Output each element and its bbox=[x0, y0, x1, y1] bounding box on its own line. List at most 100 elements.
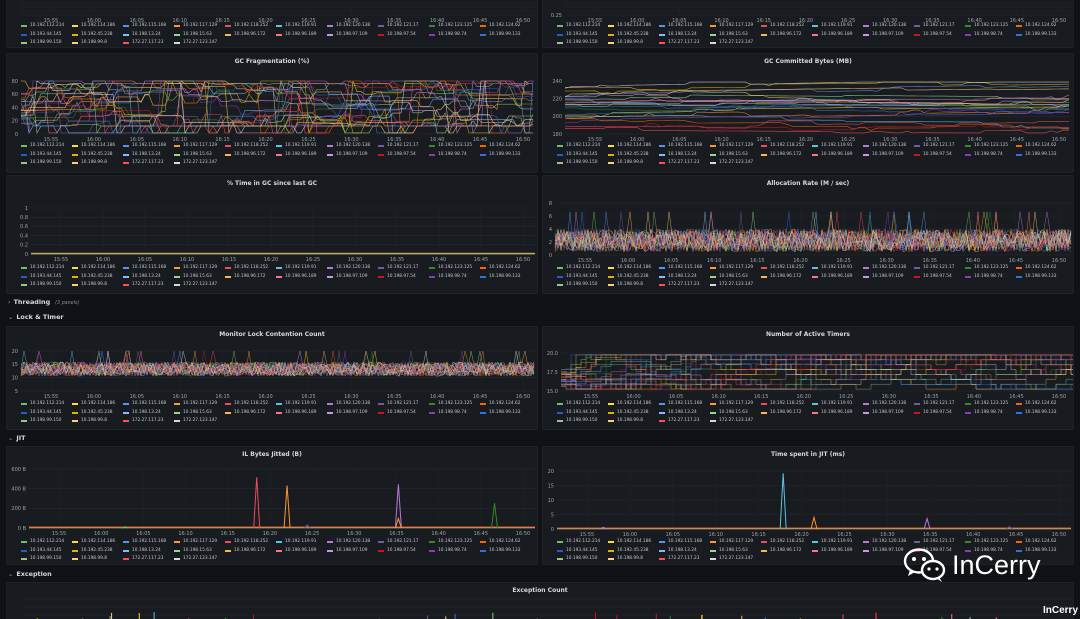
legend-item[interactable]: 10.192.115.168 bbox=[659, 22, 710, 31]
legend-item[interactable]: 10.198.99.133 bbox=[480, 273, 531, 282]
legend-item[interactable]: 10.198.99.150 bbox=[557, 281, 608, 290]
legend-item[interactable]: 10.198.98.74 bbox=[965, 31, 1016, 40]
panel-top-left[interactable]: 15:55 16:00 16:05 16:10 16:15 16:20 16:25 16:30… bbox=[6, 0, 538, 48]
legend-item[interactable]: 10.192.115.168 bbox=[123, 400, 174, 409]
legend-item[interactable]: 10.198.96.189 bbox=[812, 409, 863, 418]
legend-item[interactable]: 10.198.97.54 bbox=[914, 273, 965, 282]
legend-item[interactable]: 10.198.96.189 bbox=[276, 273, 327, 282]
legend-item[interactable]: 10.198.99.133 bbox=[1016, 409, 1067, 418]
legend-item[interactable]: 10.198.99.8 bbox=[608, 281, 659, 290]
legend-item[interactable]: 10.198.99.150 bbox=[21, 417, 72, 426]
legend-item[interactable]: 10.192.123.125 bbox=[965, 400, 1016, 409]
legend-item[interactable]: 10.192.115.168 bbox=[123, 538, 174, 547]
legend-item[interactable]: 10.198.99.8 bbox=[72, 417, 123, 426]
legend-item[interactable]: 10.192.120.138 bbox=[327, 264, 378, 273]
legend-item[interactable]: 10.198.97.54 bbox=[378, 547, 429, 556]
legend-item[interactable]: 172.27.123.147 bbox=[710, 555, 761, 564]
legend-item[interactable]: 172.27.123.147 bbox=[174, 159, 225, 168]
legend-item[interactable]: 10.192.123.125 bbox=[429, 538, 480, 547]
legend-item[interactable]: 10.198.98.74 bbox=[965, 409, 1016, 418]
legend-item[interactable]: 10.192.119.91 bbox=[812, 22, 863, 31]
legend-item[interactable]: 172.27.117.23 bbox=[123, 159, 174, 168]
legend-item[interactable]: 10.198.97.109 bbox=[863, 409, 914, 418]
row-lock-timer[interactable]: ⌄ Lock & Timer bbox=[0, 313, 1080, 321]
legend-item[interactable]: 10.192.117.129 bbox=[710, 400, 761, 409]
panel-il-bytes-jitted[interactable]: IL Bytes Jitted (B) 600 B 400 B 200 B0 B 15… bbox=[6, 446, 538, 565]
legend-item[interactable]: 10.192.45.238 bbox=[608, 273, 659, 282]
legend-item[interactable]: 10.198.99.133 bbox=[480, 547, 531, 556]
legend-item[interactable]: 10.198.96.172 bbox=[761, 31, 812, 40]
legend-item[interactable]: 10.192.124.62 bbox=[480, 400, 531, 409]
legend-item[interactable]: 10.192.112.214 bbox=[21, 538, 72, 547]
legend-item[interactable]: 10.192.117.129 bbox=[710, 264, 761, 273]
legend-item[interactable]: 10.198.99.150 bbox=[21, 555, 72, 564]
legend-item[interactable]: 10.198.99.150 bbox=[557, 555, 608, 564]
panel-gc-fragmentation[interactable]: GC Fragmentation (%) 80 60 40 20 0 15:55 16:00… bbox=[6, 53, 538, 173]
legend-item[interactable]: 10.198.98.74 bbox=[429, 409, 480, 418]
legend-item[interactable]: 10.198.96.189 bbox=[812, 273, 863, 282]
legend-item[interactable]: 10.192.117.129 bbox=[174, 538, 225, 547]
legend-item[interactable]: 10.198.13.24 bbox=[123, 151, 174, 160]
legend-item[interactable]: 172.27.123.147 bbox=[710, 39, 761, 47]
legend-item[interactable]: 172.27.117.23 bbox=[123, 417, 174, 426]
legend-item[interactable]: 10.198.96.172 bbox=[761, 547, 812, 556]
legend-item[interactable]: 10.193.44.145 bbox=[21, 273, 72, 282]
legend-item[interactable]: 172.27.117.23 bbox=[659, 39, 710, 47]
panel-active-timers[interactable]: Number of Active Timers 20.0 17.5 15.0 15:5… bbox=[542, 326, 1074, 430]
legend-item[interactable]: 10.198.97.109 bbox=[863, 151, 914, 160]
legend-item[interactable]: 10.192.115.168 bbox=[123, 264, 174, 273]
legend-item[interactable]: 10.198.96.172 bbox=[225, 151, 276, 160]
legend-item[interactable]: 10.192.120.138 bbox=[863, 22, 914, 31]
legend-item[interactable]: 10.198.99.133 bbox=[480, 31, 531, 40]
legend-item[interactable]: 10.193.44.145 bbox=[557, 409, 608, 418]
legend-item[interactable]: 172.27.123.147 bbox=[174, 281, 225, 290]
legend-item[interactable]: 10.198.96.172 bbox=[761, 409, 812, 418]
legend-item[interactable]: 172.27.123.147 bbox=[710, 417, 761, 426]
legend-item[interactable]: 10.192.123.125 bbox=[965, 142, 1016, 151]
legend-item[interactable]: 10.192.123.125 bbox=[429, 22, 480, 31]
legend-item[interactable]: 10.192.124.62 bbox=[480, 538, 531, 547]
legend-item[interactable]: 172.27.123.147 bbox=[174, 39, 225, 47]
legend-item[interactable]: 10.198.96.189 bbox=[276, 31, 327, 40]
legend-item[interactable]: 10.192.117.129 bbox=[174, 142, 225, 151]
legend-item[interactable]: 10.192.119.91 bbox=[276, 264, 327, 273]
legend-item[interactable]: 10.192.124.62 bbox=[480, 264, 531, 273]
legend-item[interactable]: 10.192.120.138 bbox=[327, 538, 378, 547]
legend-item[interactable]: 10.193.44.145 bbox=[557, 547, 608, 556]
legend-item[interactable]: 10.198.99.8 bbox=[72, 555, 123, 564]
legend-item[interactable]: 10.198.13.24 bbox=[659, 151, 710, 160]
legend-item[interactable]: 10.198.13.24 bbox=[659, 409, 710, 418]
legend-item[interactable]: 10.192.118.252 bbox=[761, 400, 812, 409]
legend-item[interactable]: 10.198.96.189 bbox=[276, 547, 327, 556]
legend-item[interactable]: 10.198.15.63 bbox=[710, 273, 761, 282]
row-jit[interactable]: ⌄ JIT bbox=[0, 434, 1080, 442]
legend-item[interactable]: 10.198.96.172 bbox=[761, 273, 812, 282]
legend-item[interactable]: 10.192.115.168 bbox=[659, 142, 710, 151]
legend-item[interactable]: 10.198.99.133 bbox=[1016, 151, 1067, 160]
legend-item[interactable]: 10.192.124.62 bbox=[1016, 22, 1067, 31]
legend-item[interactable]: 10.192.117.129 bbox=[174, 400, 225, 409]
panel-exception-count[interactable]: Exception Count bbox=[6, 582, 1074, 619]
legend-item[interactable]: 10.192.119.91 bbox=[812, 538, 863, 547]
legend-item[interactable]: 10.193.44.145 bbox=[557, 31, 608, 40]
legend-item[interactable]: 10.198.97.109 bbox=[327, 31, 378, 40]
legend-item[interactable]: 10.192.123.125 bbox=[965, 264, 1016, 273]
legend-item[interactable]: 10.192.118.252 bbox=[225, 142, 276, 151]
legend-item[interactable]: 10.192.118.252 bbox=[225, 22, 276, 31]
legend-item[interactable]: 10.198.97.109 bbox=[863, 273, 914, 282]
legend-item[interactable]: 10.192.121.17 bbox=[914, 22, 965, 31]
legend-item[interactable]: 10.198.99.8 bbox=[608, 159, 659, 168]
legend-item[interactable]: 10.192.112.214 bbox=[557, 142, 608, 151]
legend-item[interactable]: 10.192.123.125 bbox=[429, 400, 480, 409]
legend-item[interactable]: 10.198.97.109 bbox=[863, 31, 914, 40]
legend-item[interactable]: 172.27.123.147 bbox=[174, 555, 225, 564]
legend-item[interactable]: 10.198.98.74 bbox=[429, 151, 480, 160]
legend-item[interactable]: 10.198.96.189 bbox=[812, 547, 863, 556]
legend-item[interactable]: 10.192.118.252 bbox=[761, 264, 812, 273]
legend-item[interactable]: 10.198.99.133 bbox=[1016, 31, 1067, 40]
legend-item[interactable]: 10.193.44.145 bbox=[21, 151, 72, 160]
legend-item[interactable]: 10.192.45.238 bbox=[72, 151, 123, 160]
legend-item[interactable]: 10.198.99.133 bbox=[480, 409, 531, 418]
legend-item[interactable]: 10.192.121.17 bbox=[378, 264, 429, 273]
legend-item[interactable]: 10.198.99.150 bbox=[557, 159, 608, 168]
